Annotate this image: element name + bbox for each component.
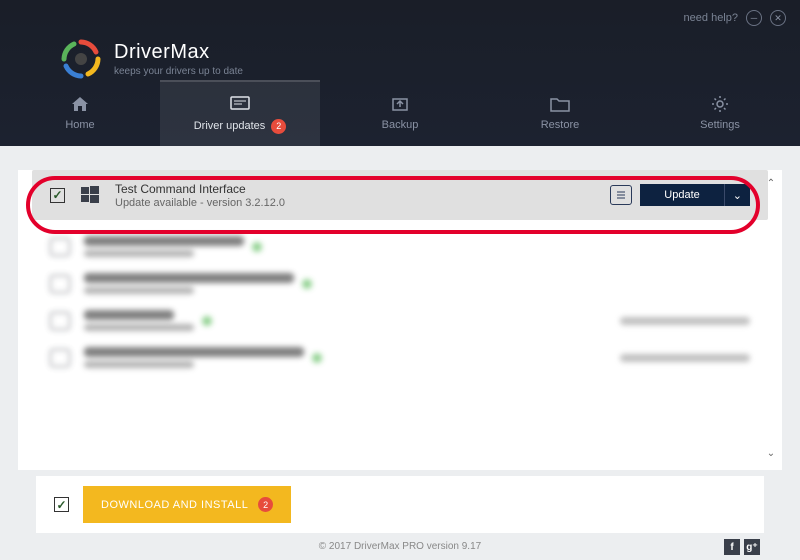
- update-button[interactable]: Update ⌄: [640, 184, 750, 206]
- scroll-up-icon[interactable]: ⌃: [764, 178, 778, 192]
- update-dropdown[interactable]: ⌄: [724, 184, 750, 206]
- app-title: DriverMax: [114, 41, 243, 64]
- driver-list-panel: Test Command Interface Update available …: [18, 170, 782, 470]
- driver-row-blurred: [18, 228, 782, 265]
- minimize-button[interactable]: ─: [746, 10, 762, 26]
- install-button-label: DOWNLOAD AND INSTALL: [101, 499, 248, 511]
- backup-icon: [390, 95, 410, 113]
- googleplus-icon[interactable]: g⁺: [744, 539, 760, 555]
- tab-label: Driver updates: [194, 120, 266, 132]
- header: need help? ─ ✕ DriverMax keeps your driv…: [0, 0, 800, 146]
- tab-label: Backup: [382, 119, 419, 131]
- download-install-button[interactable]: DOWNLOAD AND INSTALL 2: [83, 486, 291, 523]
- updates-badge: 2: [271, 119, 286, 134]
- close-button[interactable]: ✕: [770, 10, 786, 26]
- windows-icon: [79, 186, 101, 204]
- nav-tabs: Home Driver updates 2 Backup Restore Set…: [0, 80, 800, 146]
- home-icon: [70, 95, 90, 113]
- window-controls: need help? ─ ✕: [684, 10, 786, 26]
- facebook-icon[interactable]: f: [724, 539, 740, 555]
- driver-row-featured[interactable]: Test Command Interface Update available …: [32, 170, 768, 220]
- tab-label: Home: [65, 119, 94, 131]
- driver-name: Test Command Interface: [115, 182, 596, 196]
- brand: DriverMax keeps your drivers up to date: [60, 38, 243, 80]
- app-logo-icon: [60, 38, 102, 80]
- update-button-label: Update: [640, 189, 723, 201]
- tab-home[interactable]: Home: [0, 80, 160, 146]
- footer-bar: DOWNLOAD AND INSTALL 2: [36, 476, 764, 533]
- tab-settings[interactable]: Settings: [640, 80, 800, 146]
- copyright-text: © 2017 DriverMax PRO version 9.17: [319, 541, 481, 552]
- driver-row-blurred: [18, 339, 782, 376]
- monitor-icon: [230, 95, 250, 113]
- gear-icon: [710, 95, 730, 113]
- help-link[interactable]: need help?: [684, 12, 738, 24]
- tab-backup[interactable]: Backup: [320, 80, 480, 146]
- select-all-checkbox[interactable]: [54, 497, 69, 512]
- driver-row-blurred: [18, 302, 782, 339]
- tab-label: Restore: [541, 119, 580, 131]
- scrollbar[interactable]: ⌃ ⌄: [764, 178, 780, 462]
- bottom-status: © 2017 DriverMax PRO version 9.17 f g⁺: [18, 533, 782, 560]
- driver-row-blurred: [18, 265, 782, 302]
- folder-icon: [550, 95, 570, 113]
- install-badge: 2: [258, 497, 273, 512]
- content-area: Test Command Interface Update available …: [0, 146, 800, 560]
- tab-driver-updates[interactable]: Driver updates 2: [160, 80, 320, 146]
- driver-status: Update available - version 3.2.12.0: [115, 197, 596, 209]
- tab-label: Settings: [700, 119, 740, 131]
- details-icon[interactable]: [610, 185, 632, 205]
- tab-restore[interactable]: Restore: [480, 80, 640, 146]
- scroll-down-icon[interactable]: ⌄: [764, 448, 778, 462]
- row-checkbox[interactable]: [50, 188, 65, 203]
- app-subtitle: keeps your drivers up to date: [114, 66, 243, 77]
